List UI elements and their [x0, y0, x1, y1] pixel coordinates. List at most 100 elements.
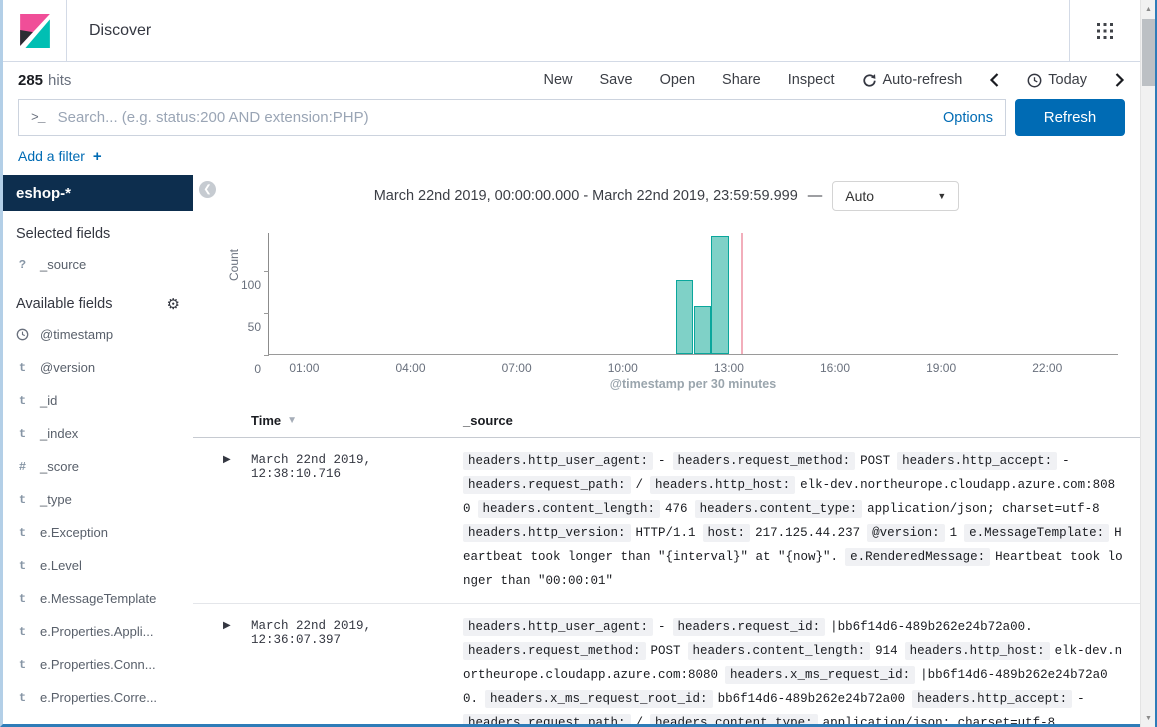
- histogram-bar-12:00[interactable]: [694, 306, 712, 354]
- scroll-up-arrow[interactable]: ▲: [1141, 1, 1156, 17]
- filter-bar: Add a filter +: [3, 136, 1140, 175]
- field-item--timestamp[interactable]: @timestamp: [3, 318, 193, 351]
- scrollbar[interactable]: ▲ ▼: [1140, 0, 1157, 727]
- table-row: ▶March 22nd 2019, 12:36:07.397headers.ht…: [193, 604, 1140, 727]
- histogram-bar-11:30[interactable]: [676, 280, 694, 354]
- timepicker-today-button[interactable]: Today: [1027, 72, 1087, 88]
- apps-menu-button[interactable]: [1070, 22, 1140, 40]
- field-name: e.Level: [40, 558, 82, 573]
- string-field-icon: t: [16, 493, 29, 507]
- field-key-badge: headers.x_ms_request_root_id:: [485, 690, 713, 708]
- field-key-badge: headers.http_user_agent:: [463, 452, 653, 470]
- y-tick-label: 0: [254, 362, 261, 376]
- table-row: ▶March 22nd 2019, 12:38:10.716headers.ht…: [193, 438, 1140, 604]
- kibana-logo[interactable]: [3, 0, 67, 61]
- topnav-inspect-button[interactable]: Inspect: [788, 72, 835, 88]
- add-filter-link[interactable]: Add a filter: [18, 148, 85, 164]
- field-name: e.MessageTemplate: [40, 591, 156, 606]
- field-value: application/json; charset=utf-8: [823, 716, 1056, 727]
- histogram-plot[interactable]: 05010001:0004:0007:0010:0013:0016:0019:0…: [268, 233, 1118, 355]
- content-area: eshop-* Selected fields ?_source Availab…: [3, 175, 1140, 727]
- field-item-e-exception[interactable]: te.Exception: [3, 516, 193, 549]
- scroll-down-arrow[interactable]: ▼: [1141, 710, 1156, 726]
- field-item--score[interactable]: # _score: [3, 450, 193, 483]
- table-header: Time ▼ _source: [193, 413, 1140, 438]
- x-tick-label: 19:00: [926, 361, 956, 375]
- field-key-badge: headers.x_ms_request_id:: [725, 666, 915, 684]
- search-input[interactable]: [56, 108, 931, 127]
- field-item--index[interactable]: t_index: [3, 417, 193, 450]
- field-value: 217.125.44.237: [755, 526, 860, 540]
- topnav-save-button[interactable]: Save: [600, 72, 633, 88]
- grid-icon: [1096, 22, 1114, 40]
- app-window: Discover 285 hits NewSaveOpenShareInspec…: [0, 0, 1140, 727]
- field-name: e.Exception: [40, 525, 108, 540]
- field-item--source[interactable]: ?_source: [3, 248, 193, 281]
- field-name: _id: [40, 393, 57, 408]
- auto-refresh-button[interactable]: Auto-refresh: [862, 72, 963, 88]
- y-tick-mark: [264, 313, 269, 314]
- select-caret-icon: ▼: [937, 191, 946, 201]
- field-item-e-messagetemplate[interactable]: t e.MessageTemplate: [3, 582, 193, 615]
- range-dash: —: [808, 188, 823, 204]
- time-forward-button[interactable]: [1114, 73, 1125, 87]
- histogram-bar-12:30[interactable]: [711, 236, 729, 354]
- field-item--type[interactable]: t _type: [3, 483, 193, 516]
- field-key-badge: headers.http_user_agent:: [463, 618, 653, 636]
- interval-select[interactable]: Auto ▼: [832, 181, 959, 211]
- field-value: application/json; charset=utf-8: [867, 502, 1100, 516]
- field-name: _score: [40, 459, 79, 474]
- field-key-badge: headers.http_host:: [905, 642, 1050, 660]
- field-item--id[interactable]: t_id: [3, 384, 193, 417]
- field-value: 476: [665, 502, 688, 516]
- index-pattern-selector[interactable]: eshop-*: [3, 175, 193, 211]
- clock-field-icon: [16, 328, 29, 341]
- row-timestamp: March 22nd 2019, 12:36:07.397: [251, 615, 463, 727]
- string-field-icon: t: [16, 559, 29, 573]
- histogram-chart: Count 05010001:0004:0007:0010:0013:0016:…: [193, 211, 1140, 407]
- field-key-badge: @version:: [867, 524, 945, 542]
- row-timestamp: March 22nd 2019, 12:38:10.716: [251, 449, 463, 593]
- field-item--version[interactable]: t@version: [3, 351, 193, 384]
- topnav-share-button[interactable]: Share: [722, 72, 761, 88]
- time-column-header[interactable]: Time ▼: [251, 413, 463, 428]
- field-name: _source: [40, 257, 86, 272]
- string-field-icon: t: [16, 592, 29, 606]
- expand-row-caret-icon[interactable]: ▶: [223, 449, 251, 593]
- field-item-e-properties-corre-[interactable]: te.Properties.Corre...: [3, 681, 193, 714]
- x-tick-label: 07:00: [502, 361, 532, 375]
- clock-icon: [1027, 73, 1042, 88]
- discover-main: March 22nd 2019, 00:00:00.000 - March 22…: [193, 175, 1140, 727]
- field-key-badge: e.RenderedMessage:: [845, 548, 990, 566]
- field-value: -: [1077, 692, 1085, 706]
- today-label: Today: [1048, 72, 1087, 88]
- hits-label: hits: [48, 72, 71, 89]
- scrollbar-thumb[interactable]: [1142, 19, 1155, 86]
- plus-icon[interactable]: +: [93, 148, 102, 165]
- field-key-badge: headers.content_length:: [688, 642, 871, 660]
- field-settings-gear-icon[interactable]: ⚙: [167, 297, 180, 312]
- field-item-e-level[interactable]: t e.Level: [3, 549, 193, 582]
- field-key-badge: headers.http_version:: [463, 524, 631, 542]
- options-link[interactable]: Options: [943, 110, 993, 126]
- topnav-new-button[interactable]: New: [543, 72, 572, 88]
- refresh-button[interactable]: Refresh: [1015, 99, 1125, 136]
- field-item-e-properties-conn-[interactable]: te.Properties.Conn...: [3, 648, 193, 681]
- field-value: |bb6f14d6-489b262e24b72a00.: [830, 620, 1033, 634]
- field-name: _type: [40, 492, 72, 507]
- field-name: e.Properties.Corre...: [40, 690, 157, 705]
- x-tick-label: 01:00: [289, 361, 319, 375]
- number-field-icon: #: [16, 460, 29, 474]
- y-tick-label: 100: [241, 278, 261, 292]
- kibana-logo-icon: [18, 14, 52, 48]
- source-column-header: _source: [463, 413, 513, 428]
- chevron-right-icon: [1114, 73, 1125, 87]
- topnav-open-button[interactable]: Open: [660, 72, 695, 88]
- auto-refresh-label: Auto-refresh: [883, 72, 963, 88]
- field-item-e-properties-appli-[interactable]: te.Properties.Appli...: [3, 615, 193, 648]
- field-key-badge: headers.content_type:: [650, 714, 818, 727]
- discover-topnav: NewSaveOpenShareInspect Auto-refresh Tod: [543, 72, 1125, 88]
- expand-row-caret-icon[interactable]: ▶: [223, 615, 251, 727]
- time-back-button[interactable]: [989, 73, 1000, 87]
- fields-sidebar: eshop-* Selected fields ?_source Availab…: [3, 175, 193, 727]
